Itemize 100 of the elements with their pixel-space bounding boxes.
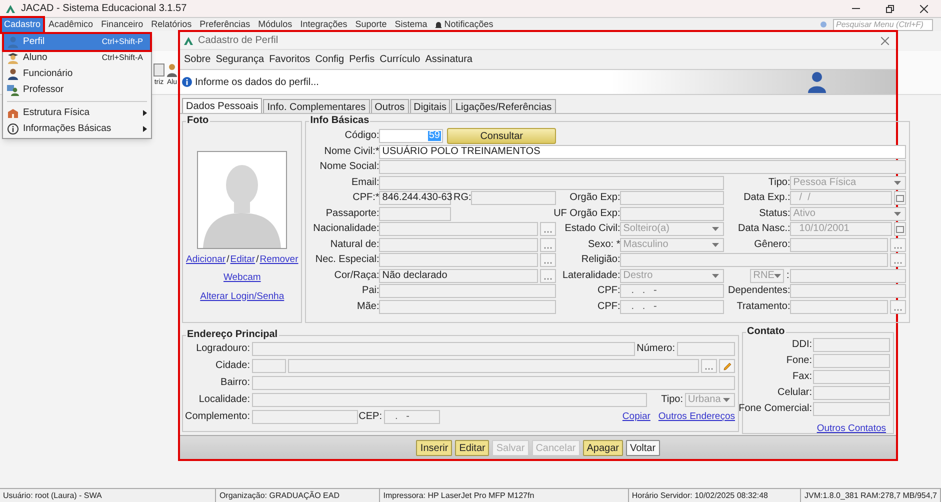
close-icon [881,36,889,44]
dropdown-item[interactable]: Funcionário [4,66,150,82]
dropdown-item[interactable]: Perfil Ctrl+Shift-P [4,34,150,50]
field-label: Pai: [362,286,380,296]
lookup-button[interactable] [540,253,556,267]
caret-icon [894,212,902,216]
calendar-icon [896,226,904,232]
field-label: Bairro: [220,378,250,388]
menu-item[interactable]: Relatórios [149,18,194,32]
tab[interactable]: Ligações/Referências [451,99,556,113]
field-label: CPF: [597,302,620,312]
text-field[interactable] [813,402,890,416]
search-icon [820,21,827,28]
field-label: Fax: [792,372,812,382]
link[interactable]: Alterar Login/Senha [200,290,284,304]
people-icon [7,84,19,96]
field-label: CPF:* [352,193,380,203]
tab[interactable]: Dados Pessoais [182,98,262,113]
minimize-icon [852,8,860,9]
field-label: Dependentes: [728,286,790,296]
field-label: Complemento: [184,412,250,422]
field-label: CPF: [597,286,620,296]
link[interactable]: Webcam [223,271,261,286]
action-button[interactable]: Inserir [416,440,452,456]
text-field[interactable] [813,386,890,400]
field-label: Fone: [786,356,812,366]
action-button[interactable]: Editar [455,440,490,456]
link[interactable]: Copiar [622,410,650,424]
consultar-button[interactable]: Consultar [446,128,556,144]
caret-icon [894,180,902,184]
menu-item[interactable]: Currículo [378,52,422,67]
link[interactable]: Outros Endereços [658,410,735,424]
menu-item[interactable]: Preferências [198,18,252,32]
menu-item[interactable]: Acadêmico [46,18,96,32]
lookup-button[interactable] [540,238,556,252]
dropdown-item[interactable]: Aluno Ctrl+Shift-A [4,50,150,66]
text-field[interactable] [813,338,890,352]
info-icon [7,123,19,135]
menu-item[interactable]: Sistema [392,18,430,32]
field-label: Fone Comercial: [738,404,812,414]
action-button[interactable]: Apagar [582,440,623,456]
lookup-button[interactable] [890,238,906,252]
menu-item[interactable]: Config [313,52,346,67]
field-label: Data Nasc.: [738,224,790,234]
dropdown-item[interactable]: Informações Básicas [4,121,150,137]
calendar-icon [896,194,904,202]
status-text: Organização: GRADUAÇÃO EAD [219,490,340,502]
link[interactable]: Outros Contatos [816,422,886,436]
caret-icon [723,398,730,402]
user-icon [808,71,826,93]
status-text: Impressora: HP LaserJet Pro MFP M127fn [383,490,534,502]
field-label: Status: [759,208,790,218]
dropdown-item[interactable]: Estrutura Física [4,105,150,121]
link[interactable]: Remover [260,253,298,268]
menu-item[interactable]: Módulos [256,18,294,32]
action-button[interactable]: Voltar [626,440,660,456]
field-label: Cor/Raça: [334,270,380,280]
menu-item[interactable]: Sobre [182,52,213,67]
field-label: Celular: [778,388,812,398]
tab[interactable]: Info. Complementares [263,99,370,113]
menu-item[interactable]: Notificações [433,18,496,32]
tab[interactable]: Outros [370,99,409,113]
restore-icon [886,4,894,12]
menu-item[interactable]: Favoritos [267,52,312,67]
menu-item[interactable]: Suporte [353,18,389,32]
link[interactable]: Adicionar [186,253,226,268]
dropdown-item[interactable]: Professor [4,82,150,98]
lookup-button[interactable] [540,268,556,282]
tab[interactable]: Digitais [410,99,450,113]
field-label: CEP: [358,412,382,422]
app-logo-icon [6,4,15,12]
text-field[interactable]: USUÁRIO POLO TREINAMENTOS [379,144,906,158]
lookup-button[interactable] [890,253,906,267]
calendar-button[interactable] [894,191,906,205]
menu-item[interactable]: Perfis [347,52,377,67]
field-label: Gênero: [754,240,790,250]
field-label: Email: [351,178,380,188]
menu-item[interactable]: Assinatura [423,52,474,67]
field-label: Número: [636,344,675,354]
menu-item[interactable]: Segurança [214,52,266,67]
field-label: Nome Civil:* [324,146,380,156]
menu-item[interactable]: Cadastro [2,18,43,32]
link[interactable]: Editar [230,253,256,268]
status-text: JVM:1.8.0_381 RAM:278,7 MB/954,7 [804,490,938,502]
calendar-button[interactable] [894,222,906,236]
group-title: Foto [186,115,210,127]
edit-button[interactable] [719,359,735,373]
field-label: Estado Civil: [564,224,620,234]
group-title: Info Básicas [309,115,370,127]
separator-text: / [256,253,259,267]
menu-item[interactable]: Financeiro [99,18,146,32]
status-text: Usuário: root (Laura) - SWA [3,490,102,502]
lookup-button[interactable] [890,300,906,314]
field-label: Tipo: [661,395,683,405]
lookup-button[interactable] [540,222,556,236]
text-field[interactable] [813,370,890,384]
text-field[interactable] [813,354,890,368]
group-title: Contato [746,326,786,338]
field-value: 59 [428,131,441,141]
menu-item[interactable]: Integrações [298,18,350,32]
